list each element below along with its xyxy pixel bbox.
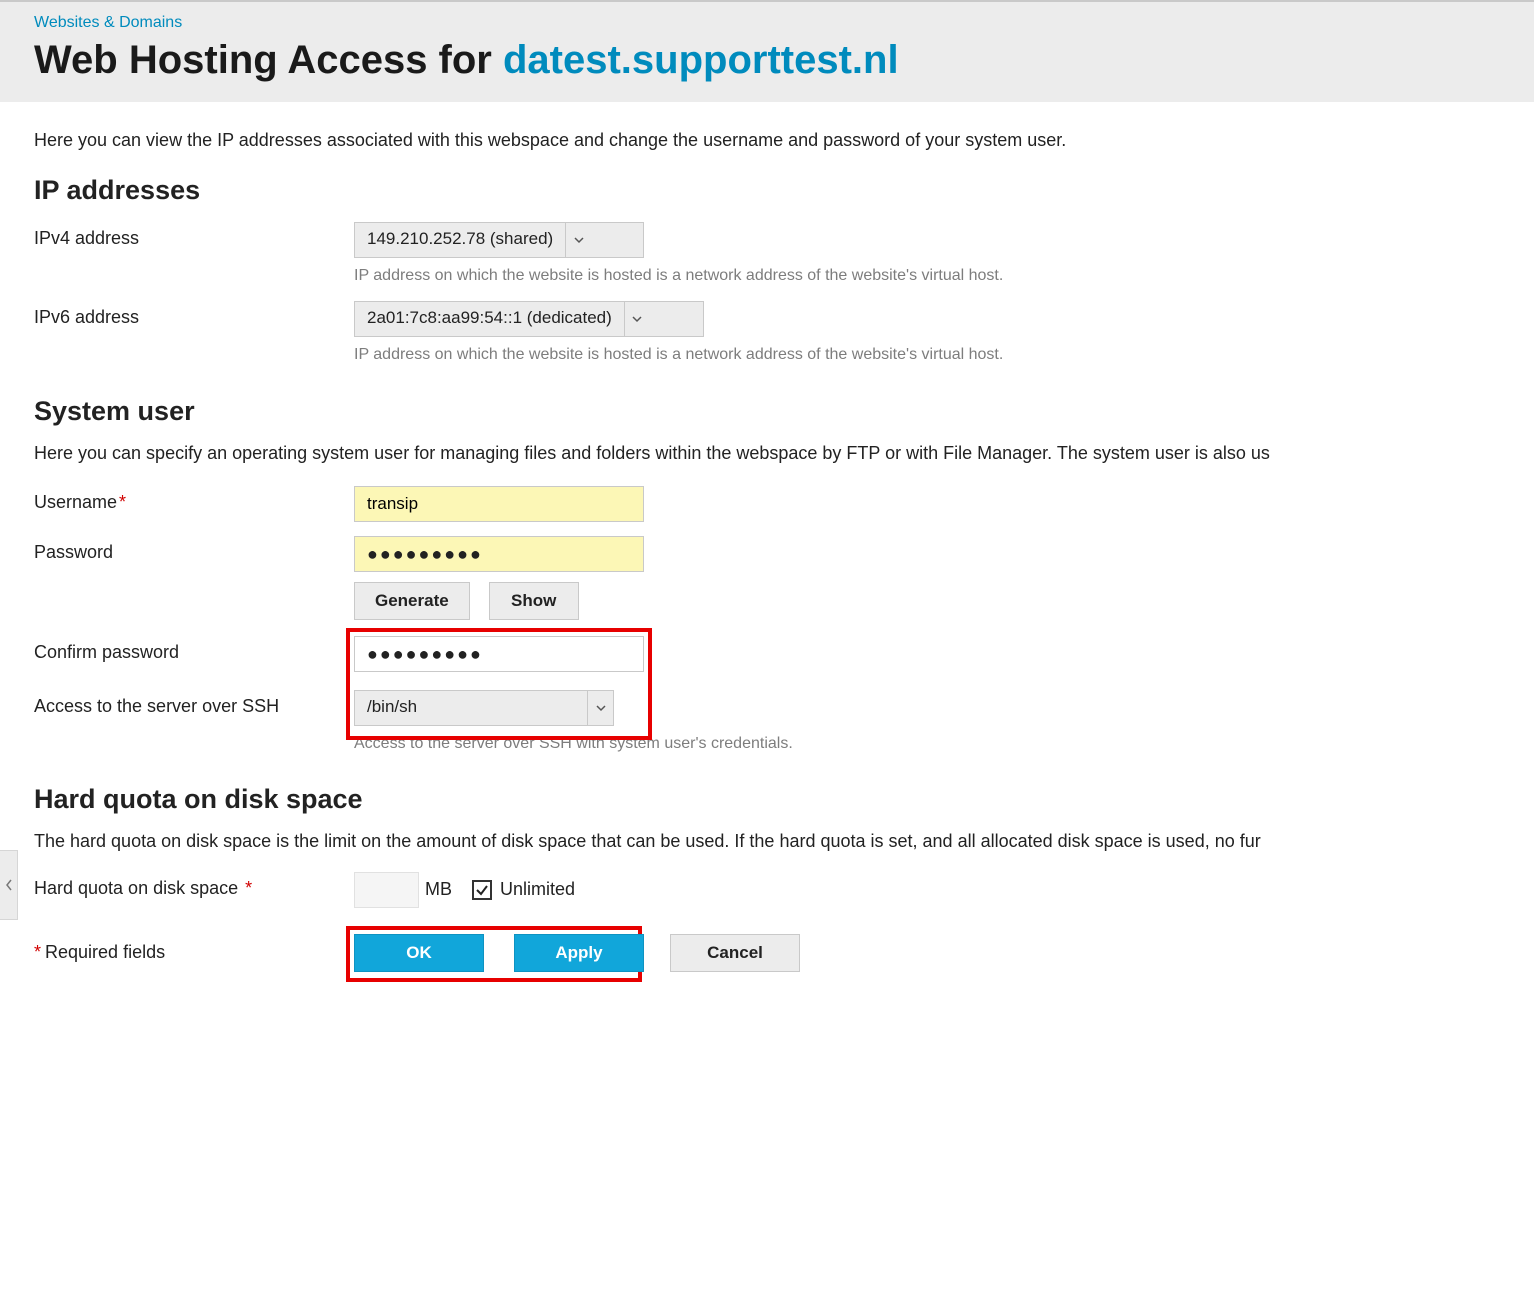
section-sysuser-heading: System user [34,396,1500,427]
input-username[interactable] [354,486,644,522]
page-title-domain: datest.supporttest.nl [503,38,899,82]
row-confirm-password: Confirm password ●●●●●●●●● [34,636,1500,672]
label-quota: Hard quota on disk space * [34,872,354,899]
page-title: Web Hosting Access for datest.supporttes… [34,36,1500,84]
label-password: Password [34,536,354,563]
breadcrumb: Websites & Domains [34,14,1500,32]
select-ipv4[interactable]: 149.210.252.78 (shared) [354,222,644,258]
input-password[interactable]: ●●●●●●●●● [354,536,644,572]
chevron-down-icon [565,223,591,257]
sidebar-collapse-handle[interactable] [0,850,18,920]
select-ipv4-value: 149.210.252.78 (shared) [355,223,565,257]
quota-intro: The hard quota on disk space is the limi… [34,831,1500,852]
label-ssh: Access to the server over SSH [34,690,354,717]
row-password: Password ●●●●●●●●● [34,536,1500,572]
required-fields-note: *Required fields [34,942,354,963]
section-ip-heading: IP addresses [34,175,1500,206]
required-star-icon: * [240,878,252,898]
footer-row: *Required fields OK Apply Cancel [34,934,1500,972]
label-ipv6: IPv6 address [34,301,354,328]
row-ipv4: IPv4 address 149.210.252.78 (shared) IP … [34,222,1500,287]
select-ipv6-value: 2a01:7c8:aa99:54::1 (dedicated) [355,302,624,336]
section-quota-heading: Hard quota on disk space [34,784,1500,815]
input-quota [354,872,419,908]
label-confirm-password: Confirm password [34,636,354,663]
row-ssh: Access to the server over SSH /bin/sh Ac… [34,690,1500,755]
required-star-icon: * [34,942,41,962]
label-username: Username* [34,486,354,513]
select-ssh-value: /bin/sh [355,691,587,725]
content-area: Here you can view the IP addresses assoc… [0,102,1534,1002]
quota-unit: MB [425,879,452,900]
input-confirm-password[interactable]: ●●●●●●●●● [354,636,644,672]
page-header: Websites & Domains Web Hosting Access fo… [0,0,1534,102]
apply-button[interactable]: Apply [514,934,644,972]
generate-button[interactable]: Generate [354,582,470,620]
cancel-button[interactable]: Cancel [670,934,800,972]
breadcrumb-root-link[interactable]: Websites & Domains [34,14,182,32]
page-intro: Here you can view the IP addresses assoc… [34,130,1500,151]
select-ipv6[interactable]: 2a01:7c8:aa99:54::1 (dedicated) [354,301,704,337]
hint-ipv4: IP address on which the website is hoste… [354,264,1074,287]
unlimited-label: Unlimited [500,879,575,900]
row-ipv6: IPv6 address 2a01:7c8:aa99:54::1 (dedica… [34,301,1500,366]
chevron-down-icon [624,302,650,336]
checkbox-unlimited[interactable]: Unlimited [472,879,575,900]
row-password-buttons: Generate Show [34,582,1500,620]
chevron-down-icon [587,691,613,725]
sysuser-intro: Here you can specify an operating system… [34,443,1500,464]
ok-button[interactable]: OK [354,934,484,972]
show-button[interactable]: Show [489,582,579,620]
page-title-prefix: Web Hosting Access for [34,38,503,82]
label-ipv4: IPv4 address [34,222,354,249]
hint-ipv6: IP address on which the website is hoste… [354,343,1074,366]
select-ssh[interactable]: /bin/sh [354,690,614,726]
required-star-icon: * [119,492,126,512]
chevron-left-icon [4,878,14,892]
row-username: Username* [34,486,1500,522]
row-quota: Hard quota on disk space * MB Unlimited [34,872,1500,908]
checkbox-icon [472,880,492,900]
